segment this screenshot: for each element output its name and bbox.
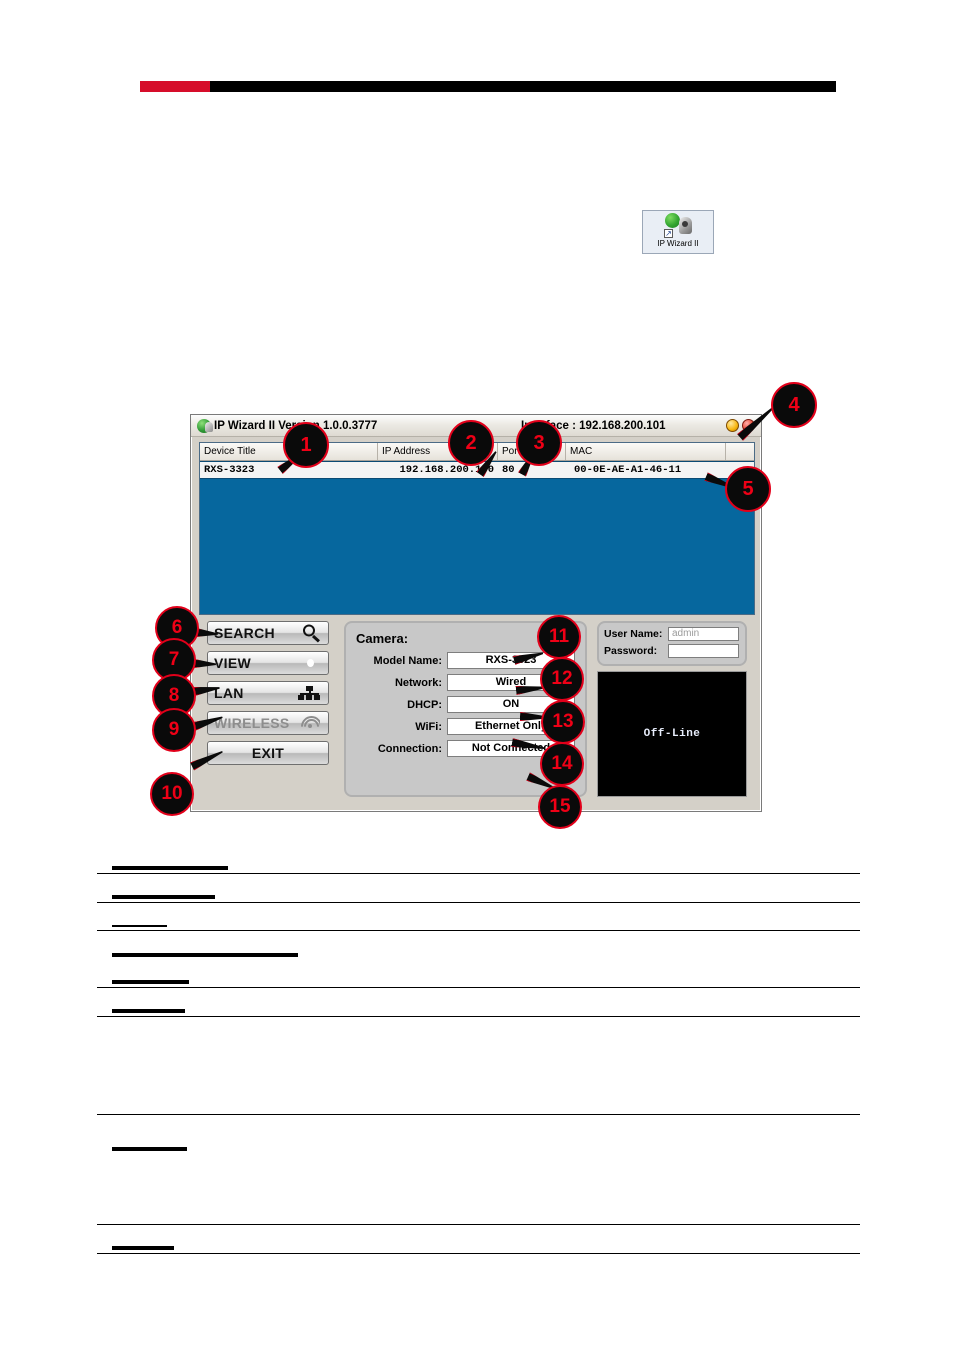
doc-line (97, 960, 860, 988)
label-network: Network: (394, 676, 442, 689)
magnifier-icon (303, 624, 320, 643)
exit-button-label: EXIT (251, 745, 285, 761)
callout-2: 2 (448, 420, 494, 466)
label-connection: Connection: (377, 742, 442, 755)
shortcut-arrow-icon: ↗ (664, 229, 673, 238)
redacted-text (112, 1008, 185, 1013)
app-logo-icon (197, 418, 213, 433)
redacted-text (112, 979, 189, 984)
minimize-button[interactable] (726, 419, 739, 432)
video-status-text: Off-Line (643, 728, 701, 740)
camera-icon (679, 217, 692, 234)
header-rule-black-segment (210, 81, 836, 92)
redacted-text (112, 925, 167, 927)
callout-1: 1 (283, 422, 329, 468)
redacted-text (112, 952, 298, 957)
callout-11: 11 (537, 615, 581, 659)
callout-4: 4 (771, 382, 817, 428)
search-button[interactable]: SEARCH (207, 621, 329, 645)
callout-13: 13 (541, 700, 585, 744)
label-model-name: Model Name: (373, 654, 442, 667)
callout-12: 12 (540, 657, 584, 701)
column-header-blank[interactable] (726, 443, 754, 460)
lan-button[interactable]: LAN (207, 681, 329, 705)
doc-line (97, 848, 860, 874)
window-bottom-area: SEARCH VIEW LAN WIRELESS EXIT Camera: Mo… (199, 619, 755, 805)
redacted-text (112, 1245, 174, 1250)
doc-line (97, 903, 860, 931)
callout-3: 3 (516, 420, 562, 466)
doc-line (97, 1017, 860, 1115)
callout-10: 10 (150, 772, 194, 816)
callout-14: 14 (540, 742, 584, 786)
video-preview[interactable]: Off-Line (597, 671, 747, 797)
field-dhcp: DHCP: ON (356, 696, 575, 713)
action-button-stack: SEARCH VIEW LAN WIRELESS EXIT (207, 621, 329, 771)
search-button-label: SEARCH (214, 625, 275, 641)
globe-icon (665, 213, 680, 228)
username-input[interactable]: admin (668, 627, 739, 641)
network-icon (298, 686, 320, 700)
redacted-text (112, 1146, 187, 1151)
doc-line (97, 1115, 860, 1175)
shortcut-label: IP Wizard II (657, 239, 699, 248)
field-model-name: Model Name: RXS-3323 (356, 652, 575, 669)
redacted-text (112, 865, 228, 870)
doc-line (97, 931, 860, 960)
document-body (97, 848, 860, 1254)
username-label: User Name: (604, 628, 663, 640)
password-row: Password: (604, 644, 739, 658)
view-button-label: VIEW (214, 655, 251, 671)
ip-wizard-shortcut-icon[interactable]: ↗ IP Wizard II (642, 210, 714, 254)
password-label: Password: (604, 645, 658, 657)
ip-wizard-window: IP Wizard II Version 1.0.0.3777 Interfac… (190, 414, 762, 812)
wireless-button-label: WIRELESS (214, 715, 290, 731)
column-header-mac[interactable]: MAC (566, 443, 726, 460)
view-button[interactable]: VIEW (207, 651, 329, 675)
wireless-button[interactable]: WIRELESS (207, 711, 329, 735)
doc-line (97, 1175, 860, 1225)
callout-15: 15 (538, 785, 582, 829)
doc-line (97, 874, 860, 903)
exit-button[interactable]: EXIT (207, 741, 329, 765)
header-rule-red-segment (140, 81, 210, 92)
doc-line (97, 1225, 860, 1254)
cell-mac: 00-0E-AE-A1-46-11 (574, 464, 682, 476)
doc-line (97, 988, 860, 1017)
callout-5: 5 (725, 466, 771, 512)
ip-wizard-icon-glyph: ↗ (664, 213, 692, 238)
wifi-icon (300, 716, 320, 730)
label-wifi: WiFi: (415, 720, 442, 733)
callout-9: 9 (152, 708, 196, 752)
redacted-text (112, 894, 215, 899)
credentials-panel: User Name: admin Password: (597, 621, 747, 666)
page-header-rule (140, 81, 836, 92)
username-row: User Name: admin (604, 627, 739, 641)
label-dhcp: DHCP: (407, 698, 442, 711)
password-input[interactable] (668, 644, 739, 658)
eye-icon (300, 657, 320, 669)
